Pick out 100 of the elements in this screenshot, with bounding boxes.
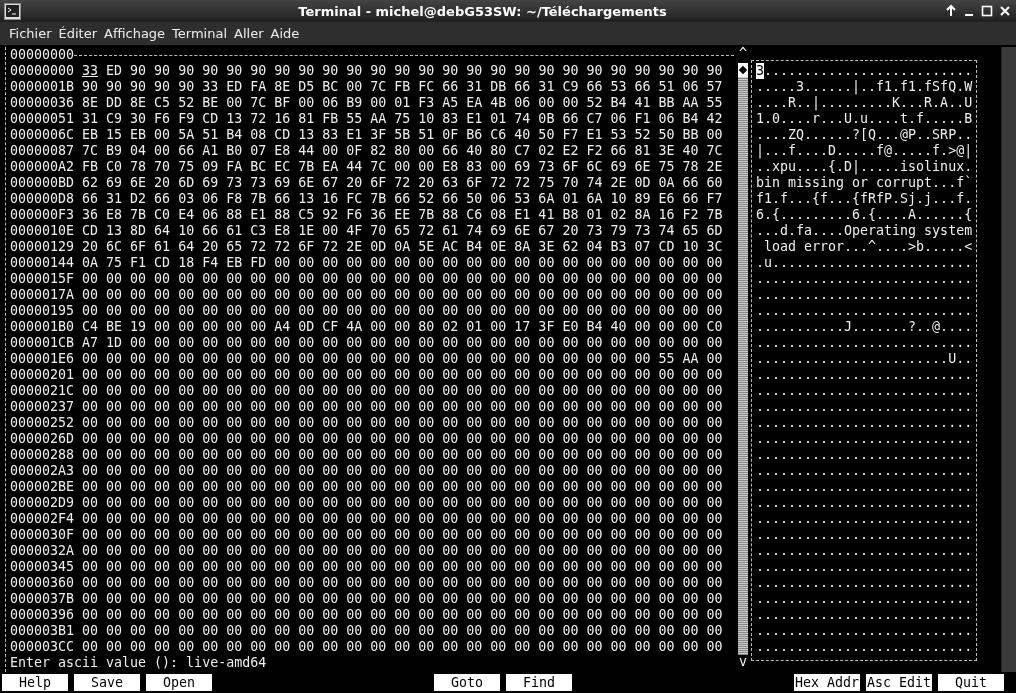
hex-bytes: 66 31 D2 66 03 06 F8 7B 66 13 16 FC 7B 66 52 66 50 06 53 6A 01 6A 10 89 E6 66 F7: [82, 191, 723, 207]
function-key-button[interactable]: Quit: [938, 673, 1004, 691]
hex-bytes: EB 15 EB 00 5A 51 B4 08 CD 13 83 E1 3F 5B 51 0F B6 C6 40 50 F7 E1 53 52 50 BB 00: [82, 127, 723, 143]
row-address: 000000BD: [10, 175, 76, 191]
ascii-text: ...........................: [756, 415, 973, 431]
hex-bytes: 00 00 00 00 00 00 00 00 00 00 00 00 00 00 00 00 00 00 00 00 00 00 00 00 00 00 00: [82, 399, 723, 415]
row-address: 000002BE: [10, 479, 76, 495]
row-address: 000002F4: [10, 511, 76, 527]
row-address: 0000026D: [10, 431, 76, 447]
scrollbar[interactable]: [738, 63, 748, 655]
row-address: 00000252: [10, 415, 76, 431]
menu-item[interactable]: Fichier: [6, 24, 55, 43]
menu-item[interactable]: Terminal: [169, 24, 231, 43]
ascii-text: ........................U..: [756, 351, 973, 367]
row-address: 00000201: [10, 367, 76, 383]
row-address: 000002D9: [10, 495, 76, 511]
menu-item[interactable]: Affichage: [101, 24, 169, 43]
hex-bytes: 00 00 00 00 00 00 00 00 00 00 00 00 00 00 00 00 00 00 00 00 00 00 00 00 00 00 00: [82, 271, 723, 287]
hex-bytes: 00 00 00 00 00 00 00 00 00 00 00 00 00 00 00 00 00 00 00 00 00 00 00 00 00 00 00: [82, 591, 723, 607]
function-key-button[interactable]: Goto: [434, 673, 500, 691]
function-key-button[interactable]: Open: [146, 673, 212, 691]
row-address: 000000F3: [10, 207, 76, 223]
offset-label: 00000000: [9, 47, 75, 63]
function-key-button[interactable]: Find: [506, 673, 572, 691]
maximize-icon[interactable]: [980, 4, 994, 18]
ascii-text: ...........................: [756, 479, 973, 495]
cursor-byte[interactable]: 33: [82, 63, 99, 79]
menu-item[interactable]: Aller: [231, 24, 267, 43]
hex-bytes: CD 13 8D 64 10 66 61 C3 E8 1E 00 4F 70 65 72 61 74 69 6E 67 20 73 79 73 74 65 6D: [82, 223, 723, 239]
hex-bytes: 00 00 00 00 00 00 00 00 00 00 00 00 00 00 00 00 00 00 00 00 00 00 00 00 00 00 00: [82, 607, 723, 623]
row-address: 0000015F: [10, 271, 76, 287]
ascii-text: ...........................: [756, 367, 973, 383]
function-key-button[interactable]: Save: [74, 673, 140, 691]
prompt-text: Enter ascii value (): live-amd64: [9, 655, 268, 671]
row-address: 000000D8: [10, 191, 76, 207]
hex-bytes: 00 00 00 00 00 00 00 00 00 00 00 00 00 00 00 00 00 00 00 00 00 00 00 00 00 00 00: [82, 383, 723, 399]
hex-bytes: 00 00 00 00 00 00 00 00 00 00 00 00 00 00 00 00 00 00 00 00 00 00 00 00 00 00 00: [82, 463, 723, 479]
hex-bytes: 00 00 00 00 00 00 00 00 00 00 00 00 00 00 00 00 00 00 00 00 00 00 00 00 00 00 00: [82, 543, 723, 559]
hex-bytes: 00 00 00 00 00 00 00 00 00 00 00 00 00 00 00 00 00 00 00 00 00 00 00 00 00 00 00: [82, 623, 723, 639]
ascii-text: ..........................: [764, 63, 973, 79]
row-address: 000003CC: [10, 639, 76, 655]
scroll-down-arrow[interactable]: v: [739, 655, 747, 671]
ascii-text: ...........................: [756, 527, 973, 543]
ascii-text: ...........................: [756, 623, 973, 639]
hex-bytes: 00 00 00 00 00 00 00 00 00 00 00 00 00 00 00 00 00 00 00 00 00 00 00 00 00 00 00: [82, 575, 723, 591]
up-arrow-icon[interactable]: [944, 4, 958, 18]
row-address: 00000087: [10, 143, 76, 159]
row-address: 00000396: [10, 607, 76, 623]
terminal-icon[interactable]: [4, 2, 21, 20]
ascii-text: ...........................: [756, 559, 973, 575]
scroll-up-arrow[interactable]: ^: [739, 47, 747, 63]
hex-bytes: C4 BE 19 00 00 00 00 00 A4 0D CF 4A 00 00 80 02 01 00 17 3F E0 B4 40 00 00 00 C0: [82, 319, 723, 335]
row-address: 00000051: [10, 111, 76, 127]
ascii-text: ..xpu....{.D|.....isolinux.: [756, 159, 973, 175]
ascii-text: ...........................: [756, 271, 973, 287]
function-key-button[interactable]: Asc Edit: [866, 673, 932, 691]
row-address: 00000360: [10, 575, 76, 591]
ascii-text: ...........................: [756, 303, 973, 319]
row-address: 00000129: [10, 239, 76, 255]
row-address: 00000195: [10, 303, 76, 319]
menu-item[interactable]: Éditer: [55, 24, 101, 43]
ascii-text: ...........................: [756, 287, 973, 303]
scroll-thumb[interactable]: [738, 63, 748, 77]
row-address: 0000030F: [10, 527, 76, 543]
ascii-text: ...........................: [756, 607, 973, 623]
hex-bytes: ED 90 90 90 90 90 90 90 90 90 90 90 90 90 90 90 90 90 90 90 90 90 90 90 90 90: [105, 63, 723, 79]
function-key-button[interactable]: Hex Addr: [794, 673, 860, 691]
hex-bytes: 20 6C 6F 61 64 20 65 72 72 6F 72 2E 0D 0A 5E AC B4 0E 8A 3E 62 04 B3 07 CD 10 3C: [82, 239, 723, 255]
hex-bytes: 00 00 00 00 00 00 00 00 00 00 00 00 00 00 00 00 00 00 00 00 00 00 00 00 55 AA 00: [82, 351, 723, 367]
hex-bytes: 00 00 00 00 00 00 00 00 00 00 00 00 00 00 00 00 00 00 00 00 00 00 00 00 00 00 00: [82, 415, 723, 431]
row-address: 000003B1: [10, 623, 76, 639]
row-address: 00000345: [10, 559, 76, 575]
row-address: 00000237: [10, 399, 76, 415]
terminal-scrollbar[interactable]: [1001, 47, 1016, 672]
hex-bytes: 62 69 6E 20 6D 69 73 73 69 6E 67 20 6F 72 20 63 6F 72 72 75 70 74 2E 0D 0A 66 60: [82, 175, 723, 191]
row-address: 000000A2: [10, 159, 76, 175]
close-icon[interactable]: [998, 4, 1012, 18]
ascii-text: ...........................: [756, 463, 973, 479]
hex-bytes: A7 1D 00 00 00 00 00 00 00 00 00 00 00 00 00 00 00 00 00 00 00 00 00 00 00 00 00: [82, 335, 723, 351]
hex-bytes: 8E DD 8E C5 52 BE 00 7C BF 00 06 B9 00 01 F3 A5 EA 4B 06 00 00 52 B4 41 BB AA 55: [82, 95, 723, 111]
ascii-text: ...........................: [756, 575, 973, 591]
hex-bytes: 31 C9 30 F6 F9 CD 13 72 16 81 FB 55 AA 75 10 83 E1 01 74 0B 66 C7 06 F1 06 B4 42: [82, 111, 723, 127]
hex-bytes: FB C0 78 70 75 09 FA BC EC 7B EA 44 7C 00 00 E8 83 00 69 73 6F 6C 69 6E 75 78 2E: [82, 159, 723, 175]
menu-item[interactable]: Aide: [267, 24, 303, 43]
ascii-text: ...........................: [756, 335, 973, 351]
row-address: 00000000: [10, 63, 76, 79]
row-address: 00000288: [10, 447, 76, 463]
hex-bytes: 90 90 90 90 90 33 ED FA 8E D5 BC 00 7C FB FC 66 31 DB 66 31 C9 66 53 66 51 06 57: [82, 79, 723, 95]
hex-bytes: 00 00 00 00 00 00 00 00 00 00 00 00 00 00 00 00 00 00 00 00 00 00 00 00 00 00 00: [82, 639, 723, 655]
function-key-button[interactable]: Help: [2, 673, 68, 691]
ascii-text: ...........................: [756, 543, 973, 559]
cursor-char[interactable]: 3: [756, 63, 764, 79]
row-address: 000001B0: [10, 319, 76, 335]
row-address: 000002A3: [10, 463, 76, 479]
row-address: 00000144: [10, 255, 76, 271]
ascii-text: ...........................: [756, 591, 973, 607]
hex-bytes: 00 00 00 00 00 00 00 00 00 00 00 00 00 00 00 00 00 00 00 00 00 00 00 00 00 00 00: [82, 367, 723, 383]
hex-bytes: 00 00 00 00 00 00 00 00 00 00 00 00 00 00 00 00 00 00 00 00 00 00 00 00 00 00 00: [82, 527, 723, 543]
ascii-text: ...........................: [756, 447, 973, 463]
hex-bytes: 00 00 00 00 00 00 00 00 00 00 00 00 00 00 00 00 00 00 00 00 00 00 00 00 00 00 00: [82, 479, 723, 495]
